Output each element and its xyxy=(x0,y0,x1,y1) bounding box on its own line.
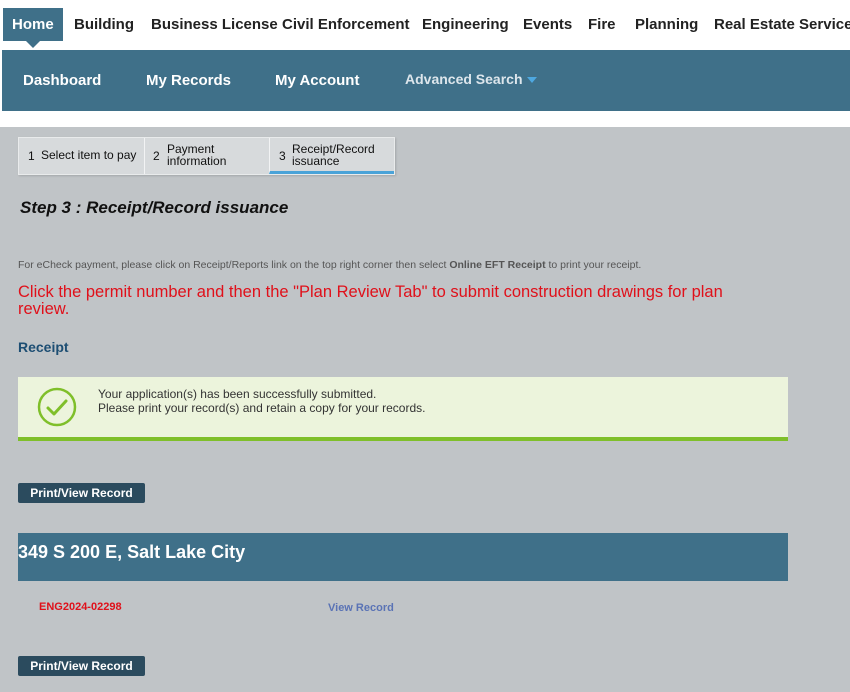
nav-my-records[interactable]: My Records xyxy=(146,50,231,111)
nav-advanced-search[interactable]: Advanced Search xyxy=(405,50,537,111)
success-line-1: Your application(s) has been successfull… xyxy=(98,387,377,401)
tab-business-license[interactable]: Business License xyxy=(151,8,278,41)
check-circle-icon xyxy=(37,387,77,427)
note-text: For eCheck payment, please click on Rece… xyxy=(18,259,450,271)
plan-review-message: Click the permit number and then the "Pl… xyxy=(18,283,723,318)
step-3: 3 Receipt/Record issuance xyxy=(269,138,394,174)
address-text: 349 S 200 E, Salt Lake City xyxy=(18,542,246,562)
step-2: 2 Payment information xyxy=(144,138,269,174)
note-bold-text: Online EFT Receipt xyxy=(449,259,546,271)
step-number: 2 xyxy=(153,149,160,163)
nav-my-account[interactable]: My Account xyxy=(275,50,359,111)
echeck-note: For eCheck payment, please click on Rece… xyxy=(18,259,641,271)
caret-down-icon xyxy=(526,77,537,84)
print-view-record-button[interactable]: Print/View Record xyxy=(18,483,145,503)
divider xyxy=(2,111,850,127)
tab-engineering[interactable]: Engineering xyxy=(422,8,509,41)
success-line-2: Please print your record(s) and retain a… xyxy=(98,401,426,415)
page-title: Step 3 : Receipt/Record issuance xyxy=(20,198,289,217)
print-view-record-button[interactable]: Print/View Record xyxy=(18,656,145,676)
step-indicator: 1 Select item to pay 2 Payment informatio… xyxy=(18,137,395,175)
tab-civil-enforcement[interactable]: Civil Enforcement xyxy=(282,8,410,41)
step-label-line2: information xyxy=(167,154,227,168)
address-header: 349 S 200 E, Salt Lake City xyxy=(18,533,788,581)
tab-home[interactable]: Home xyxy=(3,8,63,48)
record-number[interactable]: ENG2024-02298 xyxy=(39,601,122,613)
nav-dashboard[interactable]: Dashboard xyxy=(23,50,101,111)
tab-building[interactable]: Building xyxy=(74,8,134,41)
tab-fire[interactable]: Fire xyxy=(588,8,616,41)
tab-events[interactable]: Events xyxy=(523,8,572,41)
sub-nav: Dashboard My Records My Account Advanced… xyxy=(2,50,850,111)
success-banner: Your application(s) has been successfull… xyxy=(18,377,788,441)
tab-planning[interactable]: Planning xyxy=(635,8,698,41)
step-label: Receipt/Record issuance xyxy=(292,143,375,167)
step-label: Select item to pay xyxy=(41,148,137,162)
tab-real-estate-services[interactable]: Real Estate Services xyxy=(714,8,850,41)
step-label-line2: issuance xyxy=(292,154,340,168)
note-text-end: to print your receipt. xyxy=(545,259,642,271)
top-nav: Home Building Business License Civil Enf… xyxy=(0,0,850,50)
receipt-heading: Receipt xyxy=(18,339,69,355)
success-message: Your application(s) has been successfull… xyxy=(98,387,425,415)
step-number: 1 xyxy=(28,149,35,163)
advanced-search-label: Advanced Search xyxy=(405,71,523,87)
step-1: 1 Select item to pay xyxy=(19,138,144,174)
step-number: 3 xyxy=(279,149,286,163)
view-record-link[interactable]: View Record xyxy=(328,602,394,614)
step-label: Payment information xyxy=(167,143,226,167)
